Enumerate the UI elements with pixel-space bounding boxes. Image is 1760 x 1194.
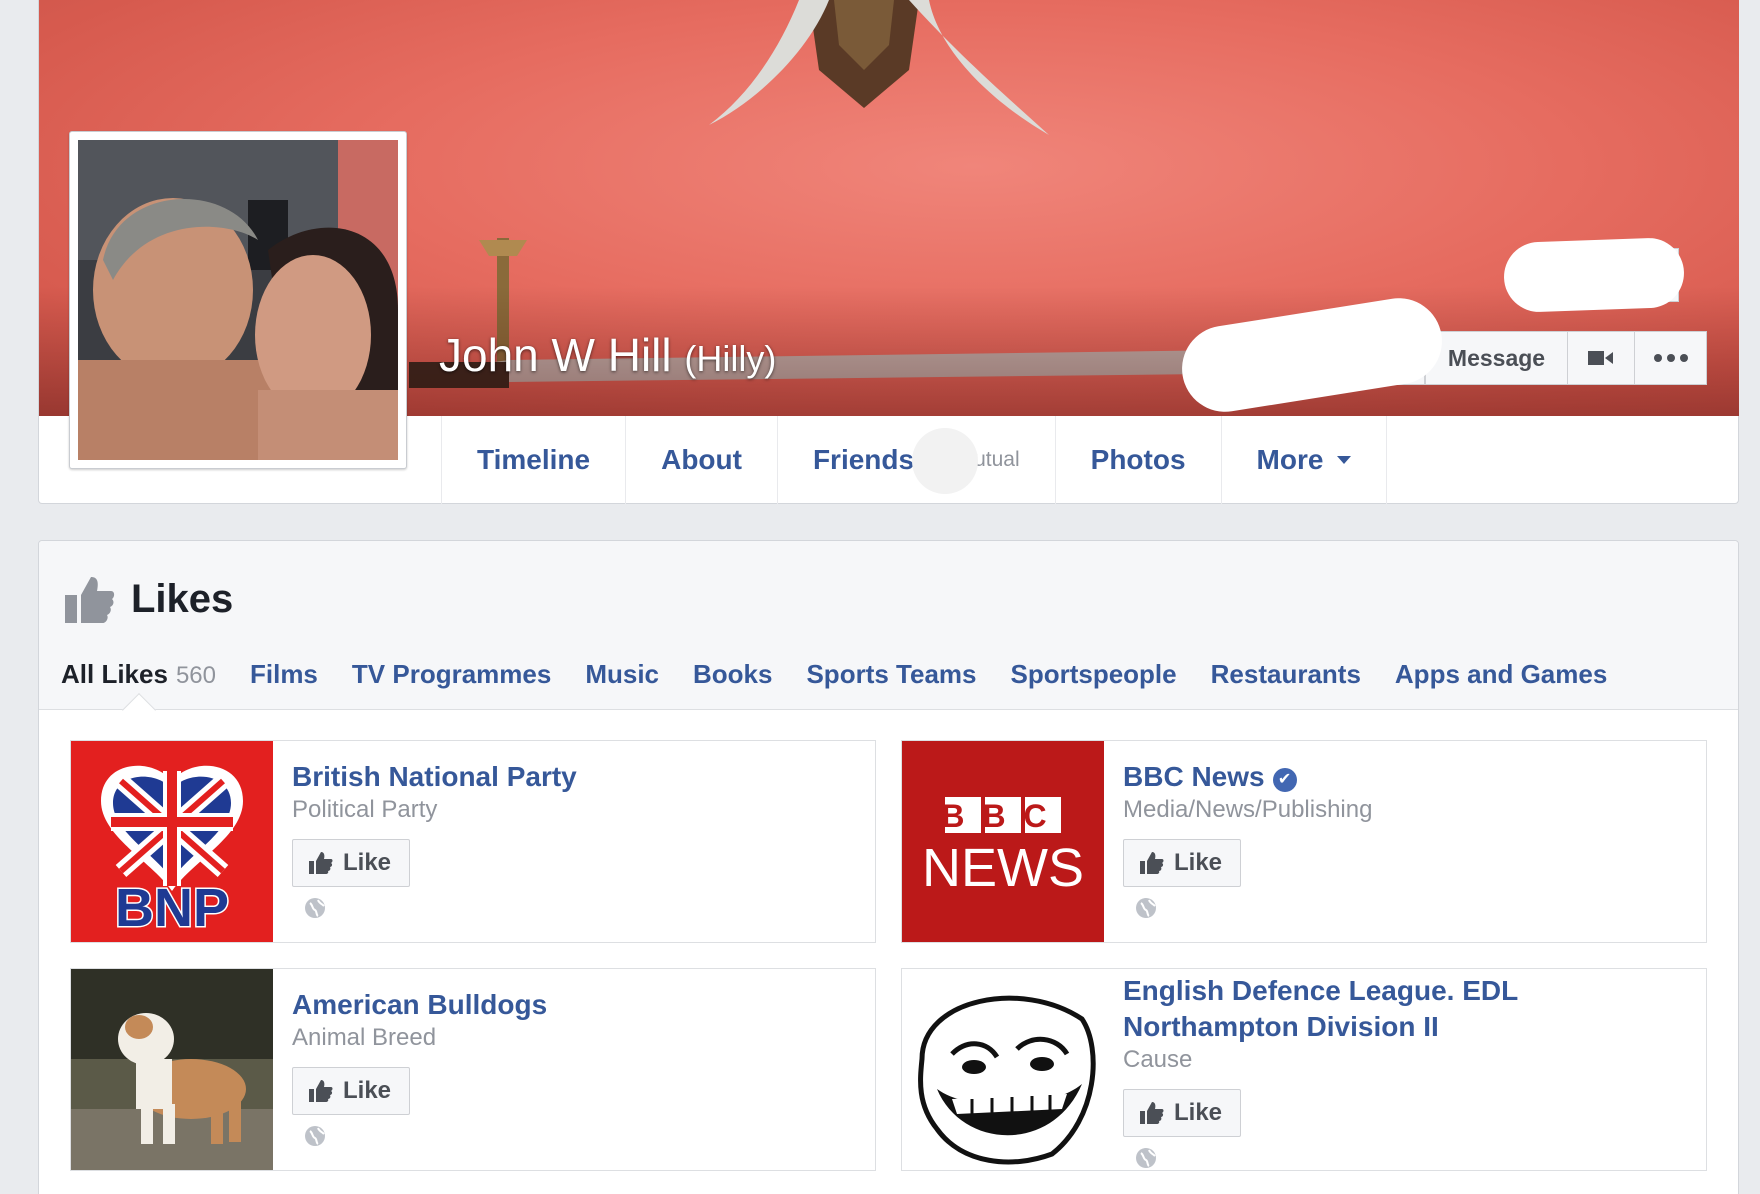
globe-icon (305, 898, 325, 918)
likes-header: Likes All Likes 560 Films TV Programmes M… (39, 541, 1738, 727)
page-title-link[interactable]: English Defence League. EDL Northampton … (1123, 973, 1700, 1045)
tab-label: Friends (812, 444, 915, 475)
page-info: American Bulldogs Animal Breed Like (292, 987, 869, 1152)
globe-icon (305, 1126, 325, 1146)
like-button[interactable]: Like (292, 839, 410, 887)
page-thumbnail[interactable] (902, 969, 1104, 1170)
page-thumbnail[interactable] (71, 969, 273, 1170)
trollface-image (902, 969, 1104, 1170)
subtab-music[interactable]: Music (585, 659, 659, 690)
bbc-logo-text: BBC (941, 798, 1064, 834)
subtab-tv-programmes[interactable]: TV Programmes (352, 659, 551, 690)
verified-badge-icon: ✔ (1272, 768, 1297, 792)
profile-name[interactable]: John W Hill (Hilly) (439, 328, 776, 382)
profile-photo-image (78, 140, 398, 460)
page-category: Animal Breed (292, 1024, 437, 1051)
more-dots-icon (1653, 354, 1688, 362)
tab-photos[interactable]: Photos (1054, 416, 1221, 504)
page-title-link[interactable]: British National Party (292, 759, 869, 795)
profile-alternate-name: (Hilly) (684, 338, 777, 379)
video-call-button[interactable] (1568, 331, 1635, 385)
page-category: Cause (1123, 1046, 1193, 1073)
more-options-button[interactable] (1635, 331, 1707, 385)
bbc-news-logo: BBC NEWS (902, 741, 1104, 942)
profile-picture[interactable] (69, 131, 407, 469)
thumbs-up-icon (309, 852, 333, 874)
page-category: Media/News/Publishing (1123, 796, 1373, 823)
tab-label: More (1256, 444, 1324, 475)
active-tab-pointer (122, 693, 156, 727)
subtab-sportspeople[interactable]: Sportspeople (1010, 659, 1176, 690)
like-button-label: Like (343, 1077, 392, 1104)
likes-title: Likes (131, 577, 234, 621)
message-button[interactable]: Message (1425, 331, 1568, 385)
likes-category-tabs: All Likes 560 Films TV Programmes Music B… (61, 659, 1641, 690)
page-title-link[interactable]: BBC News ✔ (1123, 759, 1700, 795)
globe-icon (1136, 898, 1156, 918)
likes-section: Likes All Likes 560 Films TV Programmes M… (38, 540, 1739, 1194)
dropdown-caret-icon (1337, 456, 1352, 464)
page-title-text: BBC News (1123, 761, 1265, 792)
subtab-apps-and-games[interactable]: Apps and Games (1395, 659, 1607, 690)
liked-page-card: BNP British National Party Political Par… (70, 740, 876, 943)
subtab-sports-teams[interactable]: Sports Teams (806, 659, 976, 690)
profile-header: John W Hill (Hilly) Message Timeline Abo… (38, 0, 1739, 504)
thumbs-up-icon (65, 577, 115, 623)
tab-friends[interactable]: Friends utual (776, 416, 1055, 504)
tab-about[interactable]: About (625, 416, 777, 504)
page-thumbnail[interactable]: BBC NEWS (902, 741, 1104, 942)
bulldog-photo (71, 969, 273, 1170)
tab-label: Timeline (477, 444, 591, 475)
like-button[interactable]: Like (292, 1067, 410, 1115)
cover-action-bar: Message (1425, 331, 1707, 385)
liked-page-card: English Defence League. EDL Northampton … (901, 968, 1707, 1171)
globe-icon (1136, 1148, 1156, 1168)
page-thumbnail[interactable]: BNP (71, 741, 273, 942)
like-button-label: Like (343, 849, 392, 876)
profile-nav-tabs: Timeline About Friends utual Photos More (441, 416, 1388, 504)
like-button-label: Like (1174, 1099, 1223, 1126)
subtab-books[interactable]: Books (693, 659, 772, 690)
subtab-all-likes[interactable]: All Likes 560 (61, 659, 216, 690)
thumbs-up-icon (309, 1080, 333, 1102)
page-category: Political Party (292, 796, 438, 823)
news-logo-text: NEWS (922, 838, 1084, 898)
thumbs-up-icon (1140, 1102, 1164, 1124)
subtab-restaurants[interactable]: Restaurants (1211, 659, 1361, 690)
liked-page-card: BBC NEWS BBC News ✔ Media/News/Publishing… (901, 740, 1707, 943)
thumbs-up-icon (1140, 852, 1164, 874)
likes-count: 560 (175, 662, 216, 689)
redaction-mark (911, 428, 978, 494)
video-camera-icon (1588, 351, 1613, 365)
page-info: English Defence League. EDL Northampton … (1123, 973, 1700, 1174)
like-button[interactable]: Like (1123, 1089, 1241, 1137)
mutual-friends-count: utual (974, 448, 1020, 471)
bnp-logo-text: BNP (115, 878, 229, 938)
like-button[interactable]: Like (1123, 839, 1241, 887)
subtab-label: All Likes (61, 659, 168, 689)
profile-full-name: John W Hill (439, 329, 672, 381)
page-info: British National Party Political Party L… (292, 759, 869, 924)
page-info: BBC News ✔ Media/News/Publishing Like (1123, 759, 1700, 924)
tab-label: Photos (1090, 444, 1186, 475)
liked-page-card: American Bulldogs Animal Breed Like (70, 968, 876, 1171)
tab-timeline[interactable]: Timeline (441, 416, 625, 504)
like-button-label: Like (1174, 849, 1223, 876)
tab-more[interactable]: More (1220, 416, 1388, 504)
redaction-mark (1502, 236, 1686, 314)
bnp-logo: BNP (71, 741, 273, 942)
tab-label: About (661, 444, 742, 475)
subtab-films[interactable]: Films (250, 659, 318, 690)
page-title-link[interactable]: American Bulldogs (292, 987, 869, 1023)
